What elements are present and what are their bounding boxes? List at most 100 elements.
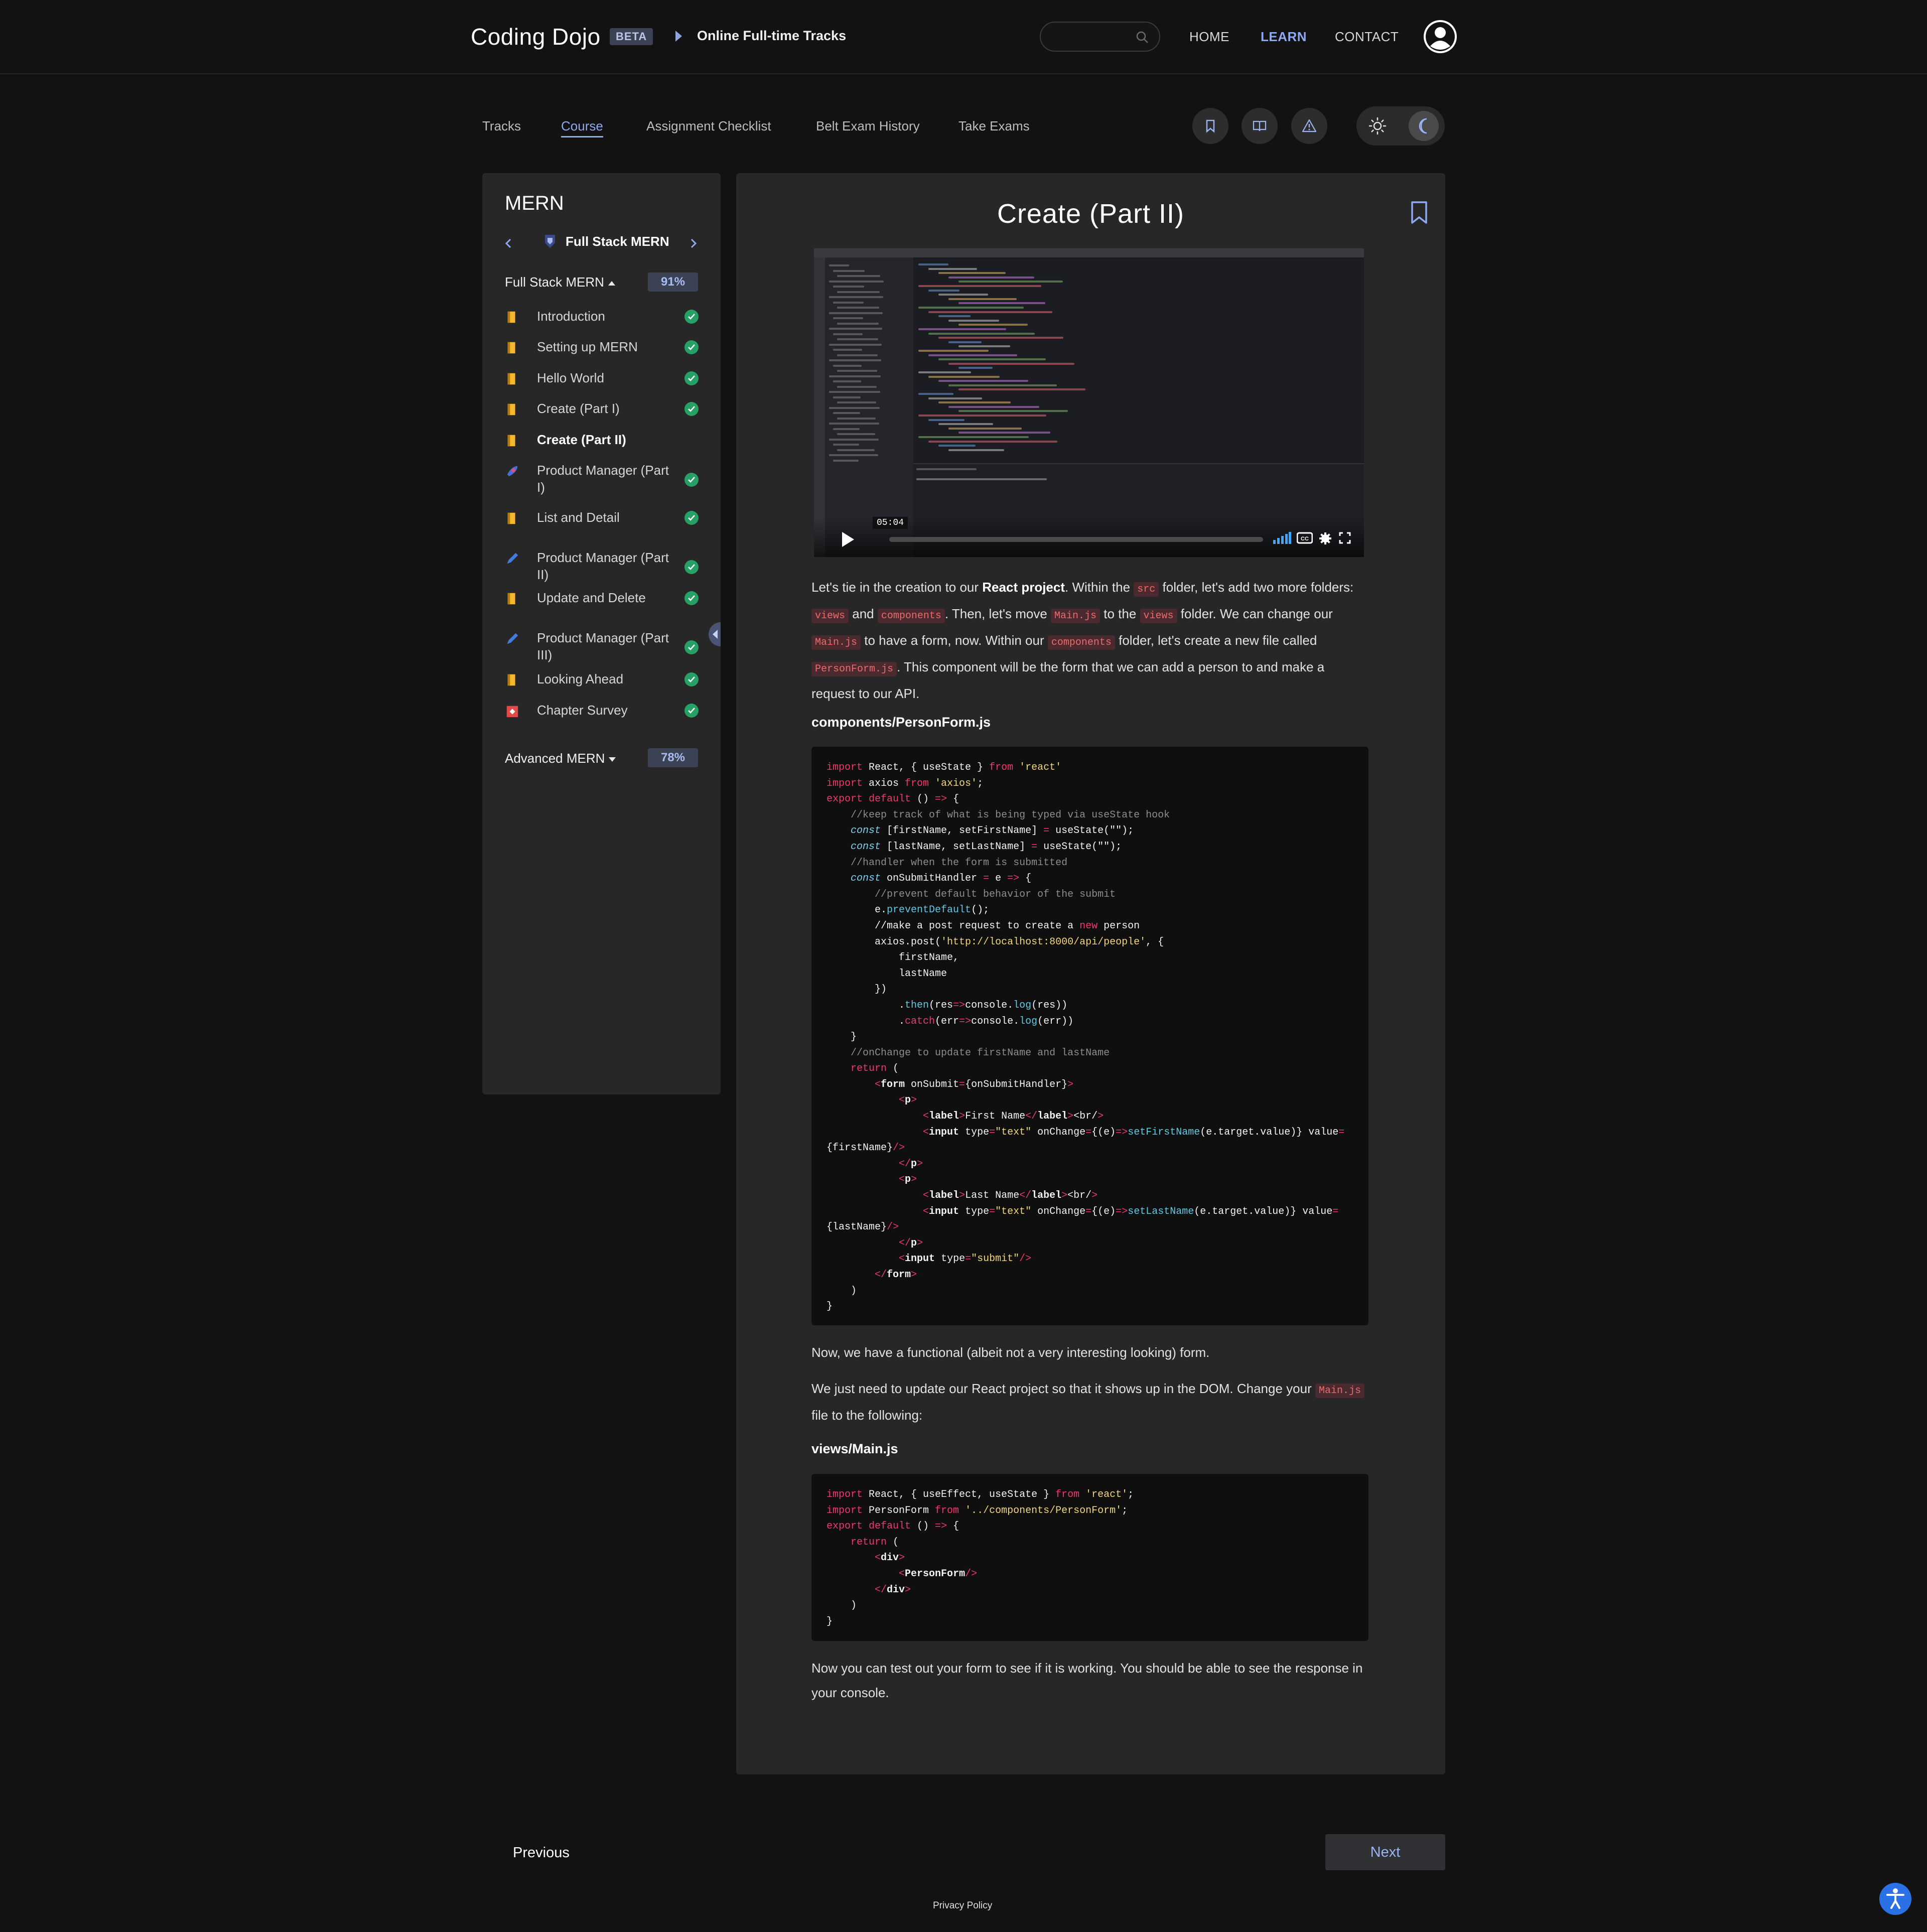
code-line: }) — [827, 984, 887, 996]
lesson-label: Chapter Survey — [537, 703, 628, 718]
code-line: </div> — [875, 1584, 911, 1596]
tab-course[interactable]: Course — [561, 118, 603, 137]
next-button[interactable]: Next — [1325, 1834, 1445, 1870]
video-frame-activitybar — [814, 257, 825, 557]
video-code-line — [958, 324, 1028, 326]
search-icon[interactable] — [1135, 30, 1149, 44]
file-heading: components/PersonForm.js — [811, 715, 991, 730]
video-code-line — [928, 375, 1000, 378]
code-line: <div> — [875, 1552, 905, 1564]
code-line: } — [827, 1301, 833, 1313]
top-bar — [0, 0, 1927, 74]
video-explorer-line — [837, 449, 875, 451]
breadcrumb-arrow-icon — [675, 31, 682, 42]
light-mode-button[interactable] — [1362, 111, 1393, 141]
video-code-line — [938, 401, 1011, 404]
check-icon — [684, 704, 699, 718]
video-explorer-line — [829, 406, 880, 409]
code-line: const [lastName, setLastName] = useState… — [851, 841, 1122, 853]
beta-badge: BETA — [610, 28, 653, 45]
paragraph: We just need to update our React project… — [811, 1376, 1368, 1428]
video-code-line — [928, 311, 1052, 313]
accessibility-button[interactable] — [1879, 1883, 1911, 1915]
captions-icon[interactable]: CC — [1297, 532, 1313, 544]
code-line: e.preventDefault(); — [827, 904, 990, 916]
video-explorer-line — [833, 301, 864, 304]
code-line: <input type="submit"/> — [899, 1253, 1032, 1265]
lesson-label: Product Manager (Part I) — [537, 463, 669, 495]
track-name: Full Stack MERN — [566, 234, 669, 249]
tab-belt-exam-history[interactable]: Belt Exam History — [816, 118, 920, 134]
tab-assignment-checklist[interactable]: Assignment Checklist — [646, 118, 771, 134]
video-explorer-line — [837, 338, 878, 340]
play-icon[interactable] — [842, 532, 854, 547]
nav-learn[interactable]: LEARN — [1261, 29, 1307, 45]
svg-text:CC: CC — [1301, 536, 1309, 542]
avatar[interactable] — [1424, 20, 1457, 53]
logo[interactable]: Coding Dojo — [471, 23, 601, 50]
video-player[interactable]: 05:04 CC — [814, 248, 1364, 557]
group-advanced-mern[interactable]: Advanced MERN — [505, 751, 616, 766]
code-line: <label>Last Name</label><br/> — [923, 1190, 1098, 1202]
tab-tracks[interactable]: Tracks — [482, 118, 521, 134]
privacy-policy-link[interactable]: Privacy Policy — [933, 1900, 992, 1911]
code-line: </p> — [899, 1158, 923, 1170]
video-explorer-line — [837, 322, 879, 325]
fullscreen-icon[interactable] — [1339, 532, 1351, 544]
nav-home[interactable]: HOME — [1189, 29, 1229, 45]
code-line: <PersonForm/> — [899, 1568, 978, 1580]
lesson-label: Hello World — [537, 370, 604, 385]
previous-track-chevron-icon[interactable] — [501, 236, 516, 251]
inline-code: Main.js — [1315, 1384, 1364, 1398]
sun-icon — [1368, 117, 1387, 135]
previous-button[interactable]: Previous — [513, 1845, 570, 1861]
lesson-label: List and Detail — [537, 510, 620, 525]
dark-mode-button[interactable] — [1409, 111, 1439, 141]
check-icon — [684, 402, 699, 416]
inline-code: Main.js — [1051, 609, 1100, 623]
video-progress-bar[interactable] — [889, 537, 1263, 542]
check-icon — [684, 511, 699, 525]
code-line: </p> — [899, 1237, 923, 1249]
tab-take-exams[interactable]: Take Exams — [958, 118, 1030, 134]
video-code-line — [928, 289, 959, 292]
next-track-chevron-icon[interactable] — [686, 236, 701, 251]
bookmarks-button[interactable] — [1192, 108, 1228, 144]
video-explorer-line — [829, 454, 878, 456]
lesson-label: Product Manager (Part III) — [537, 630, 669, 662]
video-explorer-line — [833, 459, 859, 462]
video-code-line — [918, 393, 953, 395]
group-full-stack-mern[interactable]: Full Stack MERN — [505, 274, 615, 290]
report-button[interactable] — [1291, 108, 1327, 144]
volume-icon[interactable] — [1273, 532, 1291, 544]
code-line: .then(res=>console.log(res)) — [827, 999, 1068, 1011]
notes-button[interactable] — [1242, 108, 1278, 144]
video-code-line — [958, 410, 1068, 412]
video-explorer-line — [837, 354, 878, 356]
settings-gear-icon[interactable] — [1319, 532, 1332, 545]
nav-contact[interactable]: CONTACT — [1335, 29, 1399, 45]
code-line: //onChange to update firstName and lastN… — [851, 1047, 1110, 1059]
video-code-line — [948, 341, 982, 343]
react-project-bold: React project — [982, 580, 1065, 595]
video-frame-explorer — [825, 257, 913, 557]
inline-code: views — [1140, 609, 1177, 623]
breadcrumb[interactable]: Online Full-time Tracks — [697, 28, 846, 44]
video-explorer-line — [833, 333, 863, 335]
video-code-line — [928, 440, 1057, 443]
book-icon — [507, 342, 515, 354]
caret-up-icon — [608, 281, 615, 286]
code-line: <p> — [899, 1174, 917, 1186]
video-code-line — [918, 350, 989, 352]
bookmark-lesson-icon[interactable] — [1409, 201, 1429, 225]
inline-code: components — [877, 609, 945, 623]
video-code-line — [958, 367, 993, 369]
code-line: lastName — [827, 968, 947, 980]
inline-code: Main.js — [811, 635, 861, 650]
video-code-line — [928, 354, 1017, 356]
search-input[interactable] — [1040, 22, 1160, 52]
theme-toggle[interactable] — [1356, 106, 1445, 146]
video-code-line — [928, 419, 965, 421]
video-code-line — [938, 358, 1046, 361]
code-line: <form onSubmit={onSubmitHandler}> — [875, 1078, 1074, 1090]
